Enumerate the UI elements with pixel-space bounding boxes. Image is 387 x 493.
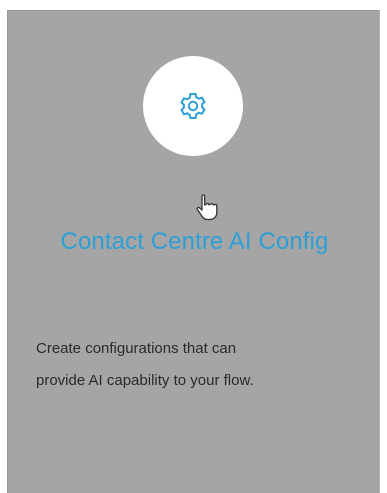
gear-icon [178,91,208,121]
card-title: Contact Centre AI Config [60,228,329,255]
icon-badge [143,56,243,156]
card-description-line-1: Create configurations that can [36,340,237,357]
page: Contact Centre AI Config Create configur… [0,0,387,493]
card-description-line-2: provide AI capability to your flow. [36,372,254,389]
contact-centre-ai-config-card[interactable]: Contact Centre AI Config Create configur… [7,10,380,493]
hand-pointer-cursor-icon [194,193,220,223]
card-description: Create configurations that can provide A… [36,333,356,397]
